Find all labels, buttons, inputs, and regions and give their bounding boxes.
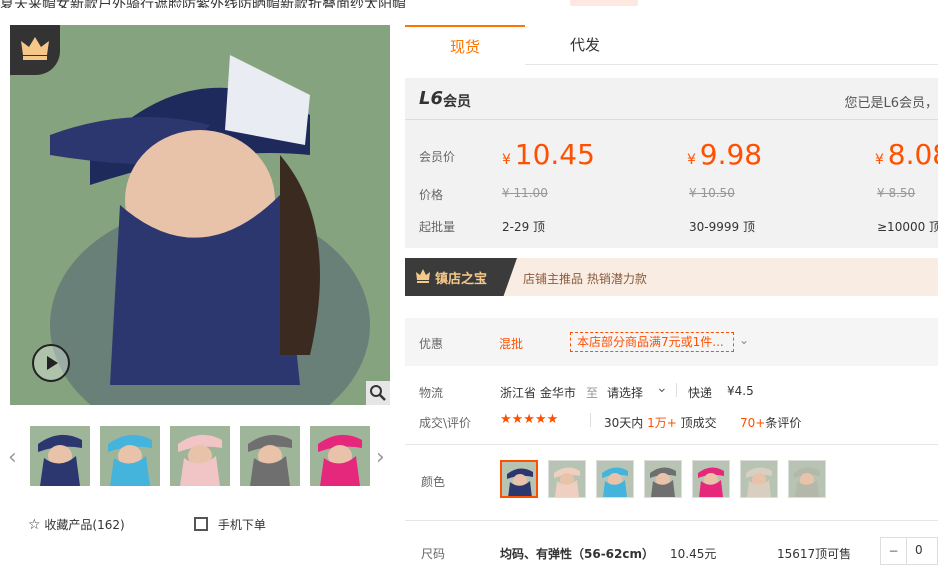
favorite-button[interactable]: ☆ 收藏产品(162) bbox=[28, 516, 125, 533]
deals-label: 成交\评价 bbox=[419, 416, 472, 430]
promo-type: 混批 bbox=[499, 337, 524, 351]
review-summary[interactable]: 70+条评价 bbox=[740, 414, 801, 431]
destination-select[interactable]: 请选择 bbox=[607, 384, 643, 401]
size-stock: 15617顶可售 bbox=[777, 547, 852, 561]
price-label: 价格 bbox=[419, 188, 444, 202]
origin: 浙江省 金华市 bbox=[500, 386, 576, 400]
mobile-order-label: 手机下单 bbox=[217, 518, 266, 532]
star-outline-icon: ☆ bbox=[28, 517, 41, 533]
tab-bar: 现货 代发 bbox=[405, 25, 938, 65]
tier-1-range: 2-29 顶 bbox=[502, 220, 546, 234]
qr-icon bbox=[194, 517, 208, 531]
rating-stars: ★★★★★ bbox=[500, 412, 559, 427]
favorite-label: 收藏产品(162) bbox=[44, 518, 125, 532]
product-title: 夏天来帽女新款户外骑行遮脸防紫外线防晒帽新款折叠面纱太阳帽 bbox=[0, 0, 406, 8]
tab-spot[interactable]: 现货 bbox=[405, 25, 525, 65]
chevron-down-icon[interactable]: ⌄ bbox=[739, 333, 749, 347]
magnifier-icon bbox=[370, 385, 386, 401]
tab-dropship[interactable]: 代发 bbox=[525, 25, 645, 65]
deal-summary: 30天内 1万+ 顶成交 bbox=[604, 416, 717, 430]
quantity-input[interactable]: 0 bbox=[915, 543, 923, 557]
color-swatch[interactable] bbox=[500, 460, 538, 498]
tier-3-price: ¥ 8.50 bbox=[877, 186, 916, 200]
color-swatch[interactable] bbox=[644, 460, 682, 498]
moq-label: 起批量 bbox=[419, 220, 456, 234]
dest-chevron-icon[interactable]: ⌄ bbox=[656, 380, 668, 396]
thumbnail-navy[interactable] bbox=[30, 426, 90, 486]
thumb-prev-icon[interactable]: ‹ bbox=[8, 445, 17, 470]
shipping-fee: ¥4.5 bbox=[727, 384, 754, 398]
thumbnail-rose[interactable] bbox=[310, 426, 370, 486]
member-title: 会员 bbox=[443, 94, 471, 110]
play-video-button[interactable] bbox=[32, 344, 70, 382]
tier-1-member-price: ¥ 10.45 bbox=[502, 138, 595, 171]
shop-tag-label: 镇店之宝 bbox=[435, 272, 488, 287]
size-label: 尺码 bbox=[421, 547, 446, 561]
section-divider bbox=[405, 444, 938, 445]
play-icon bbox=[47, 356, 58, 370]
color-swatch[interactable] bbox=[596, 460, 634, 498]
zoom-button[interactable] bbox=[366, 381, 390, 405]
divider bbox=[676, 383, 677, 397]
color-swatch[interactable] bbox=[788, 460, 826, 498]
color-swatch[interactable] bbox=[692, 460, 730, 498]
color-label: 颜色 bbox=[421, 475, 446, 489]
promo-row: 优惠 混批 本店部分商品满7元或1件... ⌄ bbox=[405, 318, 938, 366]
size-value: 均码、有弹性（56-62cm） bbox=[500, 547, 654, 561]
divider bbox=[590, 413, 591, 427]
shipping-method: 快递 bbox=[688, 386, 713, 400]
shop-tag: 镇店之宝 bbox=[405, 258, 517, 296]
shop-treasure-banner: 镇店之宝 店铺主推品 热销潜力款 bbox=[405, 258, 938, 296]
to-label: 至 bbox=[586, 386, 599, 400]
mobile-order-button[interactable]: 手机下单 bbox=[194, 516, 266, 533]
promo-label: 优惠 bbox=[419, 337, 444, 351]
member-level: L6 bbox=[419, 88, 443, 109]
title-badge bbox=[570, 0, 638, 6]
quantity-stepper: − 0 bbox=[880, 537, 938, 565]
price-panel: L6 会员 您已是L6会员， 会员价 价格 起批量 ¥ 10.45 ¥ 9.98… bbox=[405, 78, 938, 248]
tier-3-range: ≥10000 顶 bbox=[877, 220, 938, 234]
member-header: L6 会员 您已是L6会员， bbox=[405, 78, 938, 120]
thumbnail-sky-blue[interactable] bbox=[100, 426, 160, 486]
crown-icon bbox=[21, 37, 49, 60]
crown-small-icon bbox=[416, 269, 430, 283]
color-swatch[interactable] bbox=[740, 460, 778, 498]
size-price: 10.45元 bbox=[670, 547, 717, 561]
member-price-label: 会员价 bbox=[419, 150, 456, 164]
thumbnail-pink[interactable] bbox=[170, 426, 230, 486]
decrement-button[interactable]: − bbox=[881, 538, 907, 564]
thumb-next-icon[interactable]: › bbox=[376, 445, 385, 470]
tier-2-range: 30-9999 顶 bbox=[689, 220, 755, 234]
tier-3-member-price: ¥ 8.08 bbox=[875, 138, 938, 171]
logistics-label: 物流 bbox=[419, 386, 444, 400]
color-swatch[interactable] bbox=[548, 460, 586, 498]
shop-banner-text: 店铺主推品 热销潜力款 bbox=[523, 272, 647, 286]
section-divider bbox=[405, 520, 938, 521]
promo-text[interactable]: 本店部分商品满7元或1件... bbox=[570, 332, 734, 352]
tier-2-price: ¥ 10.50 bbox=[689, 186, 735, 200]
crown-badge bbox=[10, 25, 60, 75]
tier-1-price: ¥ 11.00 bbox=[502, 186, 548, 200]
tier-2-member-price: ¥ 9.98 bbox=[687, 138, 763, 171]
member-status: 您已是L6会员， bbox=[844, 96, 938, 111]
thumbnail-gray[interactable] bbox=[240, 426, 300, 486]
